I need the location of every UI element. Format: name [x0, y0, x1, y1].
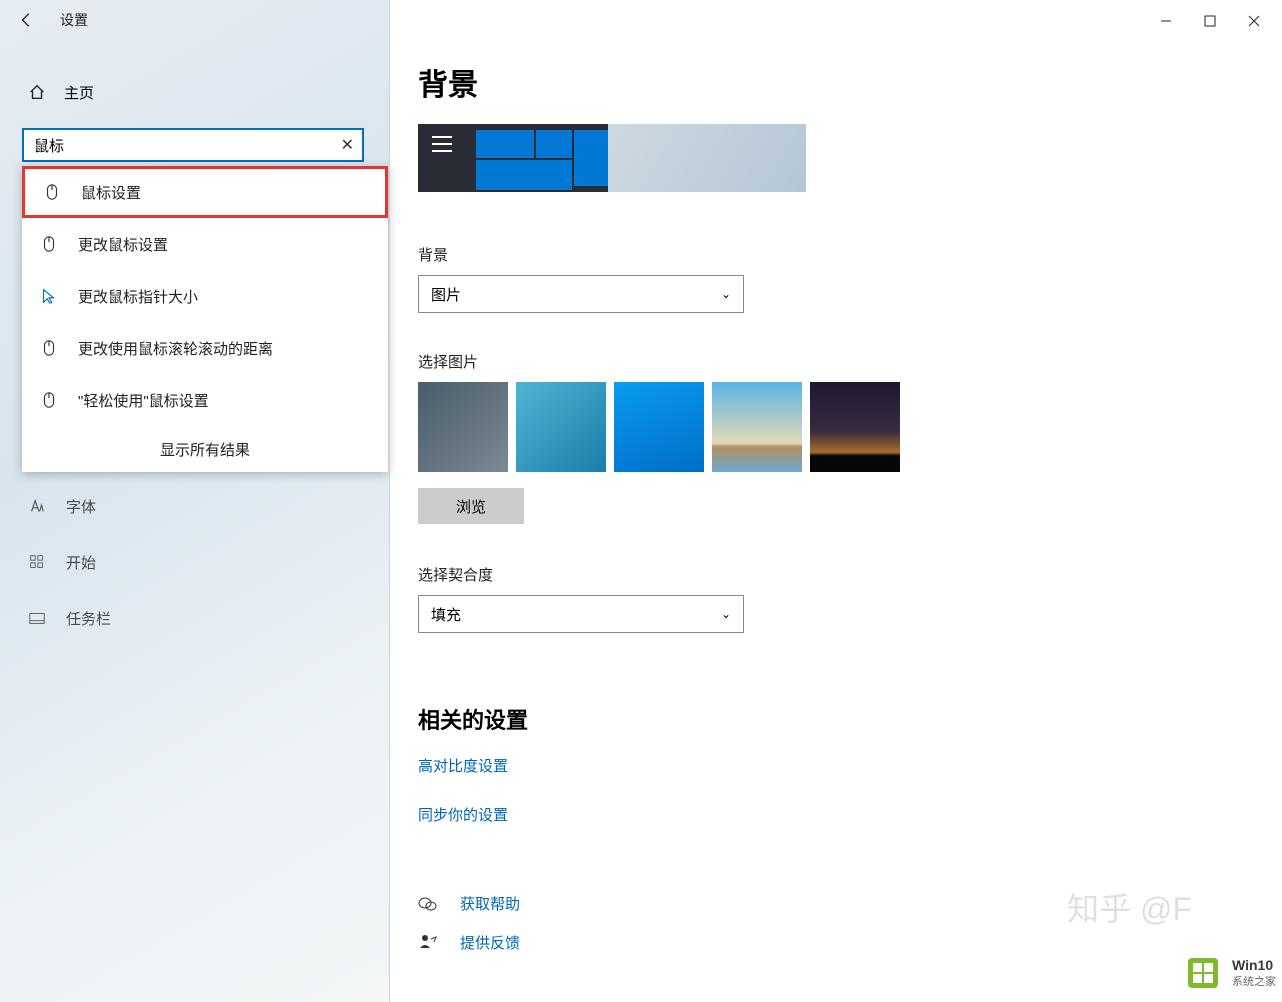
fit-dropdown[interactable]: 填充 ⌄: [418, 595, 744, 633]
fonts-icon: [28, 497, 46, 515]
fit-label: 选择契合度: [418, 564, 1282, 585]
thumbnail-1[interactable]: [418, 382, 508, 472]
main-content: 背景 背景 图片 ⌄ 选择图片 浏览 选择契合度 填充 ⌄ 相关的设置 高对比度…: [390, 0, 1282, 1002]
thumbnail-4[interactable]: [712, 382, 802, 472]
mouse-icon: [40, 235, 58, 253]
sidebar-item-start[interactable]: 开始: [0, 534, 390, 590]
minimize-button[interactable]: [1144, 6, 1188, 36]
mouse-icon: [40, 339, 58, 357]
show-all-results[interactable]: 显示所有结果: [22, 426, 388, 472]
back-button[interactable]: [18, 11, 36, 29]
search-input[interactable]: [34, 137, 341, 154]
brand-logo-icon: [1180, 950, 1226, 996]
background-label: 背景: [418, 244, 1282, 265]
home-nav[interactable]: 主页: [0, 68, 390, 116]
thumbnail-5[interactable]: [810, 382, 900, 472]
cursor-icon: [40, 287, 58, 305]
help-icon: [418, 894, 438, 914]
chevron-down-icon: ⌄: [721, 607, 731, 621]
settings-sidebar: 设置 主页 ✕ 鼠标设置 更改鼠标设置 更改鼠标指针大小: [0, 0, 390, 1002]
home-icon: [28, 83, 46, 101]
close-button[interactable]: [1232, 6, 1276, 36]
thumbnail-2[interactable]: [516, 382, 606, 472]
feedback-icon: [418, 933, 438, 953]
start-icon: [28, 553, 46, 571]
search-result-scroll-distance[interactable]: 更改使用鼠标滚轮滚动的距离: [22, 322, 388, 374]
search-box[interactable]: ✕: [22, 128, 364, 162]
background-dropdown[interactable]: 图片 ⌄: [418, 275, 744, 313]
mouse-icon: [43, 183, 61, 201]
watermark-zhihu: 知乎 @F: [1067, 884, 1192, 930]
search-result-cursor-size[interactable]: 更改鼠标指针大小: [22, 270, 388, 322]
home-label: 主页: [64, 82, 94, 103]
maximize-button[interactable]: [1188, 6, 1232, 36]
related-settings-title: 相关的设置: [418, 703, 1282, 735]
picture-thumbnails: [418, 382, 1282, 472]
search-results-panel: 鼠标设置 更改鼠标设置 更改鼠标指针大小 更改使用鼠标滚轮滚动的距离 "轻松使用…: [22, 166, 388, 472]
background-preview: [418, 124, 806, 192]
mouse-icon: [40, 391, 58, 409]
page-title: 背景: [418, 60, 1282, 104]
search-result-ease-of-access-mouse[interactable]: "轻松使用"鼠标设置: [22, 374, 388, 426]
sidebar-item-fonts[interactable]: 字体: [0, 478, 390, 534]
chevron-down-icon: ⌄: [721, 287, 731, 301]
window-title: 设置: [60, 10, 88, 30]
search-result-mouse-settings[interactable]: 鼠标设置: [22, 166, 388, 218]
watermark-brand: Win10 系统之家: [1180, 950, 1276, 996]
feedback-link[interactable]: 提供反馈: [460, 932, 520, 953]
taskbar-icon: [28, 609, 46, 627]
choose-picture-label: 选择图片: [418, 351, 1282, 372]
high-contrast-link[interactable]: 高对比度设置: [418, 755, 1282, 776]
get-help-link[interactable]: 获取帮助: [460, 893, 520, 914]
search-result-change-mouse[interactable]: 更改鼠标设置: [22, 218, 388, 270]
sync-settings-link[interactable]: 同步你的设置: [418, 804, 1282, 825]
browse-button[interactable]: 浏览: [418, 488, 524, 524]
thumbnail-3[interactable]: [614, 382, 704, 472]
sidebar-item-taskbar[interactable]: 任务栏: [0, 590, 390, 646]
clear-search-icon[interactable]: ✕: [341, 135, 354, 155]
